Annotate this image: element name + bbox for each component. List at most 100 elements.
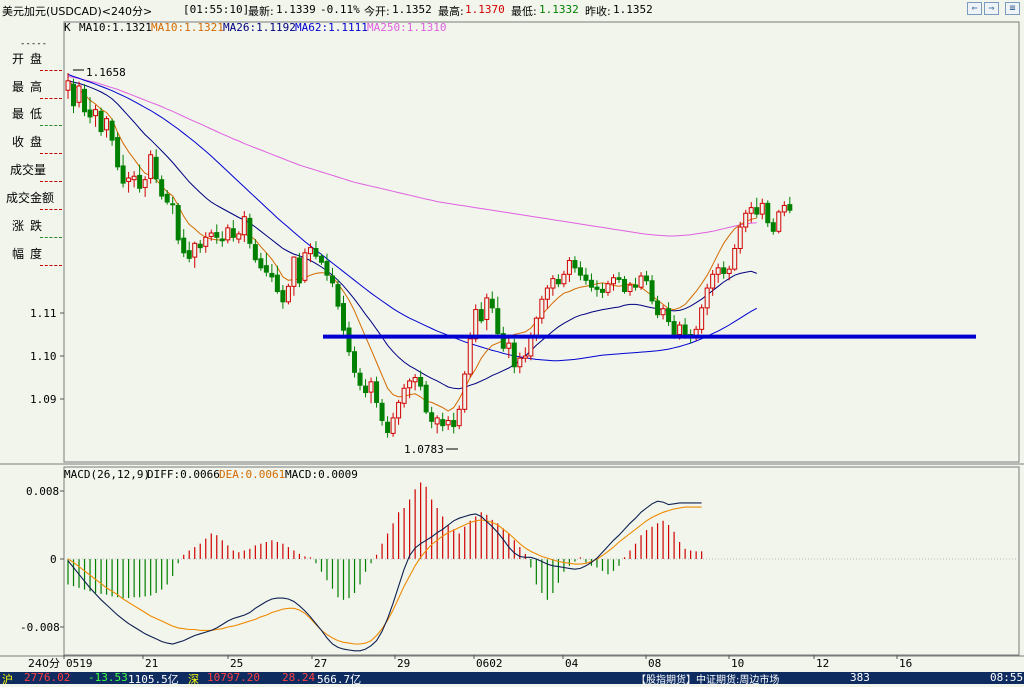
candle-down <box>666 308 672 323</box>
candle-up <box>484 297 490 320</box>
candle-up <box>148 154 154 179</box>
candle-down <box>572 260 578 269</box>
sh-index-label: 沪 <box>2 673 13 686</box>
candle-down <box>280 290 286 303</box>
candle-up <box>456 408 462 427</box>
candle-up <box>726 268 732 274</box>
candle-down <box>671 321 677 336</box>
candle-up <box>307 247 313 255</box>
candle-down <box>451 420 457 428</box>
candle-up <box>65 80 71 91</box>
candle-up <box>566 260 572 275</box>
candle-down <box>555 278 561 285</box>
candle-up <box>737 226 743 249</box>
candle-up <box>677 324 683 336</box>
candle-down <box>478 309 484 322</box>
legend-ma10-black: MA10:1.1321 <box>79 21 152 34</box>
candle-up <box>368 381 374 393</box>
candle-up <box>561 273 567 285</box>
candle-up <box>208 232 214 237</box>
candle-down <box>374 381 380 403</box>
candle-down <box>429 412 435 422</box>
candle-down <box>335 284 341 307</box>
candle-up <box>506 342 512 349</box>
candle-down <box>197 243 203 249</box>
sz-index-label: 深 <box>188 673 199 686</box>
candle-down <box>770 222 776 232</box>
macd-tick-label: 0 <box>50 553 57 566</box>
candle-down <box>87 109 93 118</box>
candle-down <box>357 372 363 386</box>
legend-ma10: MA10:1.1321 <box>151 21 224 34</box>
candle-up <box>131 175 137 181</box>
macd-diff-line <box>67 500 702 652</box>
index-ticker-bar: 沪 2776.02 -13.53 1105.5亿 深 10797.20 28.2… <box>0 671 1024 686</box>
price-tick-label: 1.11 <box>30 307 57 320</box>
candle-up <box>236 233 242 240</box>
candle-down <box>109 120 115 141</box>
candle-up <box>660 308 666 316</box>
candle-down <box>588 279 594 288</box>
candle-up <box>776 211 782 232</box>
candle-up <box>445 420 451 426</box>
macd-legend-macd: MACD:0.0009 <box>285 468 358 481</box>
candle-up <box>76 85 82 103</box>
candle-down <box>787 204 793 211</box>
price-tick-label: 1.10 <box>30 350 57 363</box>
candle-down <box>363 385 369 394</box>
candle-up <box>638 275 644 288</box>
candle-up <box>550 278 556 289</box>
macd-dea-line <box>67 506 702 645</box>
candle-down <box>418 377 424 387</box>
sh-index-amount: 1105.5亿 <box>128 673 179 686</box>
x-tick-label: 27 <box>314 657 327 670</box>
candle-down <box>341 303 346 331</box>
x-tick-label: 04 <box>565 657 579 670</box>
candle-down <box>252 244 258 261</box>
candle-down <box>71 83 77 107</box>
candle-down <box>721 267 727 274</box>
x-tick-label: 29 <box>397 657 410 670</box>
candle-up <box>522 355 528 359</box>
candle-up <box>517 357 523 368</box>
candle-down <box>655 300 661 316</box>
candle-up <box>302 252 308 281</box>
candle-up <box>467 338 473 375</box>
candle-down <box>175 205 181 241</box>
candle-down <box>324 260 330 276</box>
candle-down <box>82 88 88 113</box>
candle-down <box>247 217 253 244</box>
candle-up <box>241 216 247 236</box>
candle-up <box>225 227 231 241</box>
candle-up <box>544 287 550 300</box>
ticker-count: 383 <box>850 671 870 684</box>
candle-up <box>126 177 132 182</box>
candle-up <box>715 267 721 275</box>
candle-up <box>401 387 407 404</box>
candle-down <box>120 165 126 184</box>
candle-down <box>230 228 236 238</box>
sh-index-change: -13.53 <box>88 671 128 684</box>
candle-down <box>352 351 358 373</box>
candle-down <box>495 308 501 335</box>
kline-chart[interactable]: K MA10:1.1321 MA10:1.1321 MA26:1.1192 MA62:1… <box>0 0 1024 672</box>
candle-down <box>682 324 688 336</box>
candle-down <box>583 274 589 281</box>
legend-ma250: MA250:1.1310 <box>367 21 446 34</box>
x-tick-label: 08 <box>648 657 661 670</box>
candle-down <box>115 137 121 168</box>
legend-k: K <box>64 21 71 34</box>
candle-up <box>291 256 297 287</box>
macd-legend-diff: DIFF:0.0066 <box>147 468 220 481</box>
candle-down <box>318 255 324 263</box>
x-tick-label: 10 <box>731 657 744 670</box>
x-tick-label: 0519 <box>66 657 93 670</box>
candle-up <box>781 205 787 213</box>
candle-up <box>390 417 396 434</box>
candle-up <box>732 248 738 270</box>
candle-up <box>412 377 418 383</box>
candle-down <box>186 250 192 259</box>
chart-window: 美元加元(USDCAD)<240分> [01:55:10] 最新: 1.1339… <box>0 0 1024 686</box>
candle-up <box>192 242 198 258</box>
ma10-line <box>67 80 757 412</box>
